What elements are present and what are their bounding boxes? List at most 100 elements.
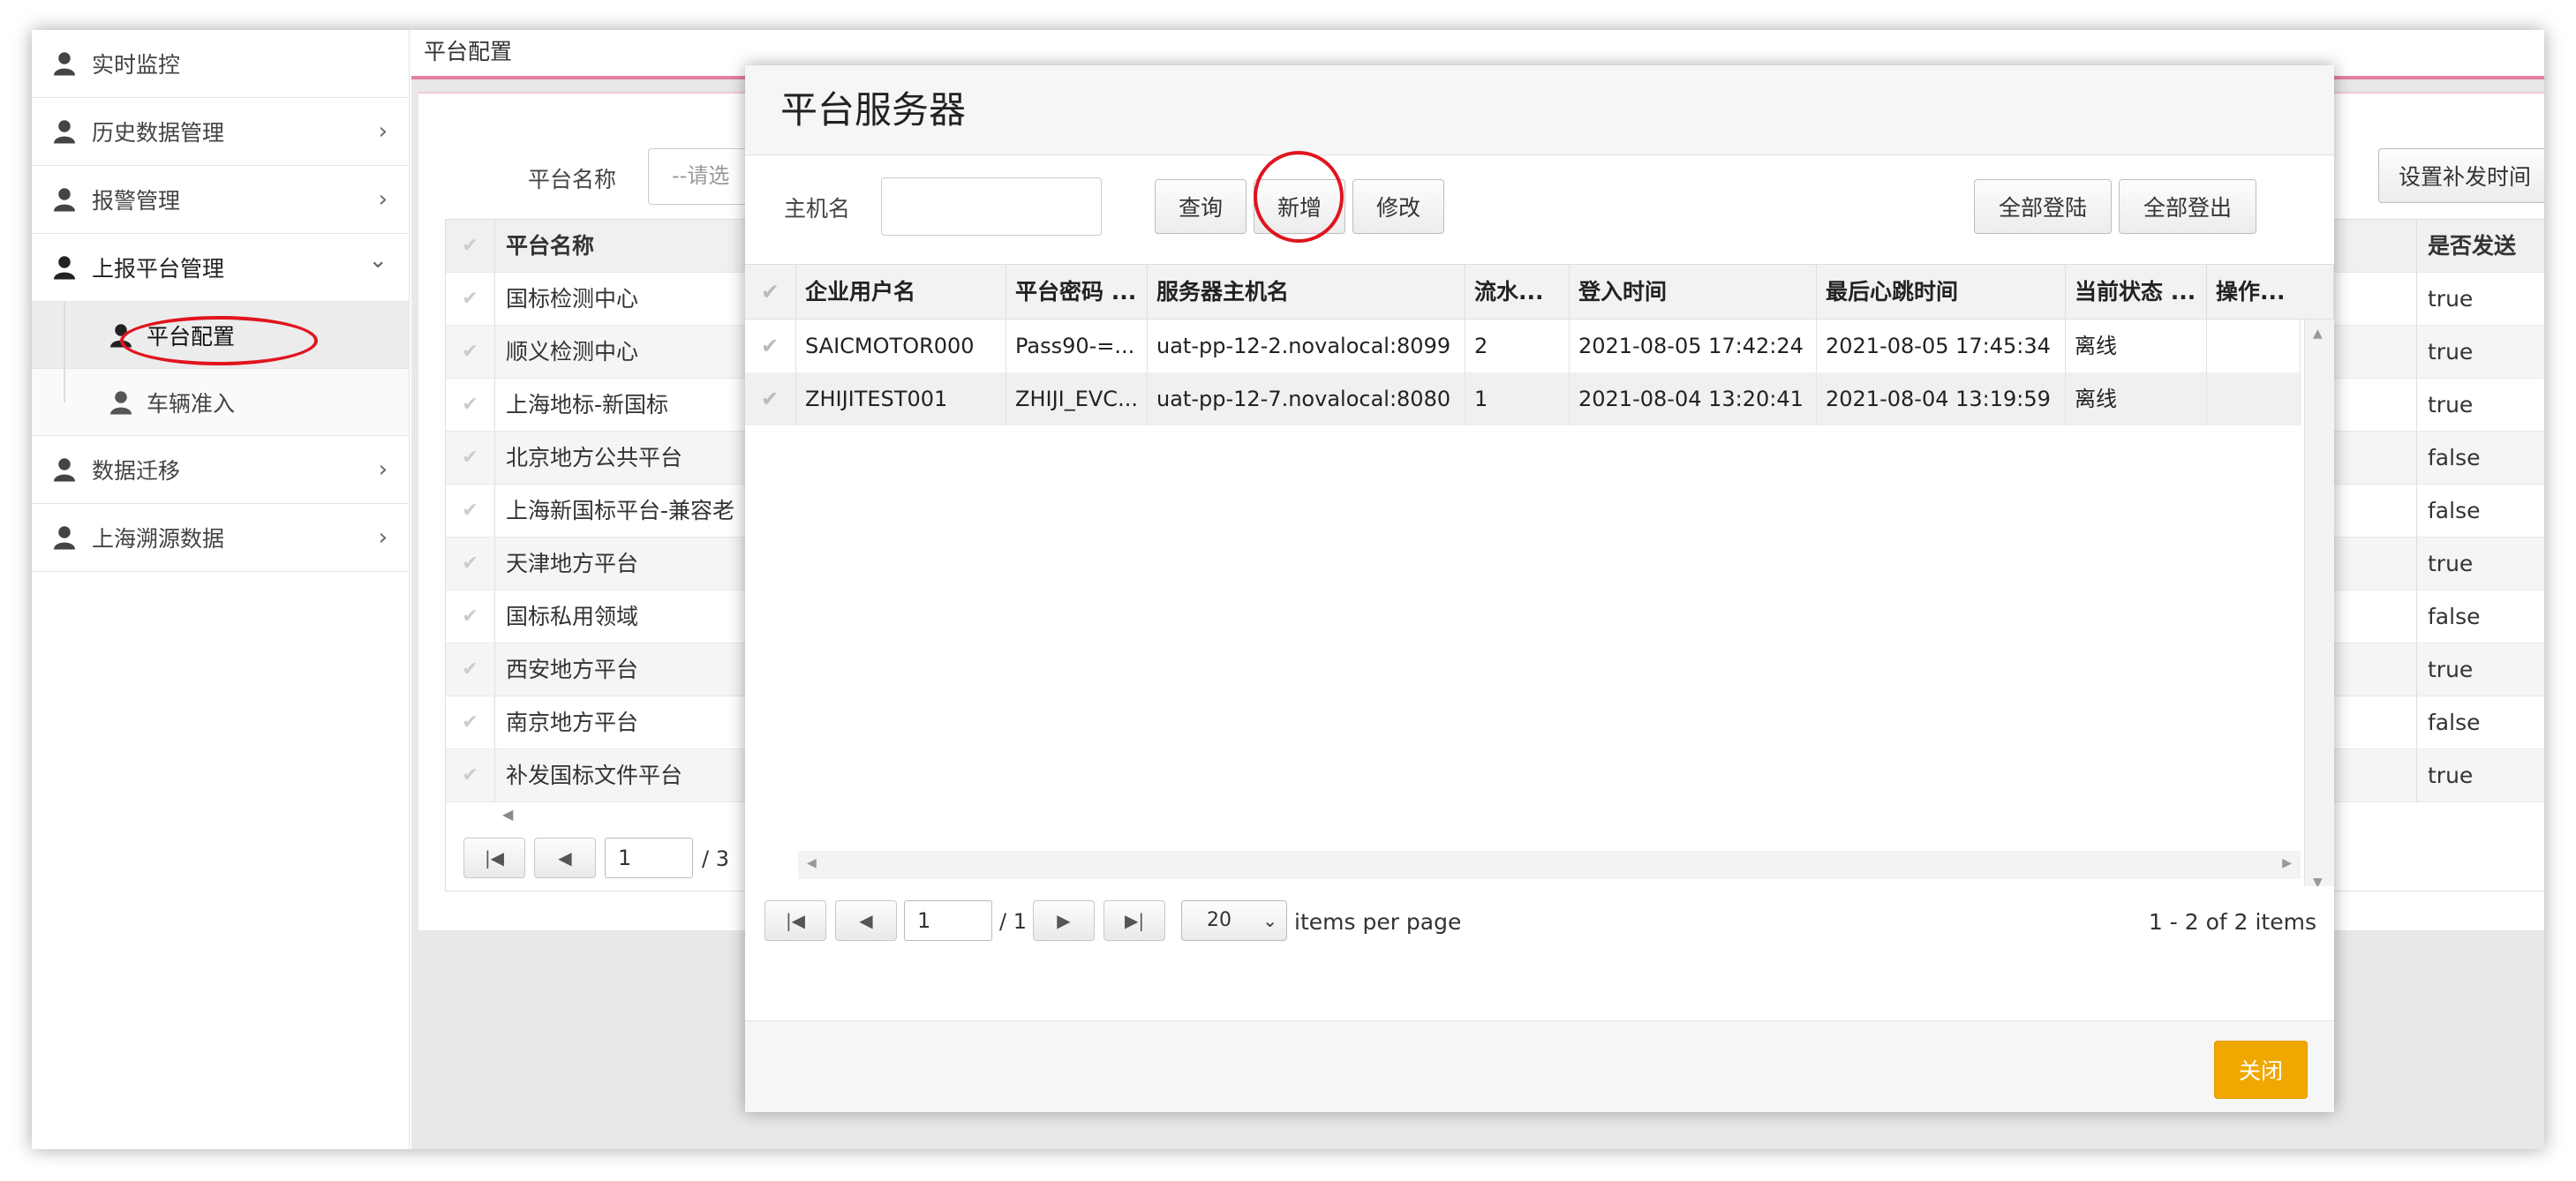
page-number-input[interactable]: 1 bbox=[605, 838, 693, 878]
dialog-pager: |◀ ◀ 1 / 1 ▶ ▶| 20 ⌄ items per page 1 - … bbox=[745, 886, 2334, 955]
row-platform-name: 西安地方平台 bbox=[506, 657, 639, 682]
cell-enterprise-user: SAICMOTOR000 bbox=[796, 320, 1006, 372]
add-button[interactable]: 新增 bbox=[1254, 179, 1345, 234]
check-icon[interactable]: ✔ bbox=[446, 220, 495, 272]
row-send-flag: true bbox=[2416, 749, 2544, 801]
check-icon[interactable]: ✔ bbox=[446, 643, 495, 696]
row-platform-name: 南京地方平台 bbox=[506, 710, 639, 735]
cell-operation[interactable] bbox=[2207, 372, 2301, 425]
column-header-platform-name[interactable]: 平台名称 bbox=[506, 220, 594, 273]
prev-page-icon[interactable]: ◀ bbox=[835, 900, 897, 941]
cell-operation[interactable] bbox=[2207, 320, 2301, 372]
check-icon[interactable]: ✔ bbox=[446, 590, 495, 643]
edit-button[interactable]: 修改 bbox=[1352, 179, 1444, 234]
row-send-flag: false bbox=[2416, 696, 2544, 748]
cell-serial: 1 bbox=[1465, 372, 1570, 425]
page-number-input[interactable]: 1 bbox=[904, 900, 992, 941]
user-icon bbox=[54, 256, 75, 280]
row-send-flag: true bbox=[2416, 326, 2544, 378]
sidebar-item-realtime[interactable]: 实时监控 bbox=[32, 30, 409, 98]
user-icon bbox=[54, 52, 75, 76]
cell-enterprise-user: ZHIJITEST001 bbox=[796, 372, 1006, 425]
close-button[interactable]: 关闭 bbox=[2214, 1041, 2308, 1099]
scroll-left-icon[interactable]: ◀ bbox=[807, 856, 817, 870]
logout-all-button[interactable]: 全部登出 bbox=[2119, 179, 2256, 234]
column-header-send[interactable]: 是否发送 bbox=[2416, 220, 2544, 272]
column-header-server-host[interactable]: 服务器主机名 bbox=[1148, 265, 1465, 320]
first-page-icon[interactable]: |◀ bbox=[463, 838, 525, 878]
check-icon[interactable]: ✔ bbox=[446, 432, 495, 484]
items-per-page-label: items per page bbox=[1294, 909, 1462, 935]
first-page-icon[interactable]: |◀ bbox=[765, 900, 826, 941]
sidebar-subitem-platform-config[interactable]: 平台配置 bbox=[32, 302, 409, 369]
sidebar-item-label: 报警管理 bbox=[92, 188, 181, 214]
column-header-platform-password[interactable]: 平台密码 ... bbox=[1006, 265, 1148, 320]
row-check-icon[interactable]: ✔ bbox=[745, 320, 796, 372]
cell-heartbeat-time: 2021-08-05 17:45:34 bbox=[1817, 320, 2066, 372]
check-icon[interactable]: ✔ bbox=[446, 538, 495, 590]
column-header-serial[interactable]: 流水... bbox=[1465, 265, 1570, 320]
check-icon[interactable]: ✔ bbox=[446, 696, 495, 748]
column-header-enterprise-user[interactable]: 企业用户名 bbox=[796, 265, 1006, 320]
cell-platform-password: Pass90-=... bbox=[1006, 320, 1148, 372]
table-row[interactable]: ✔ ZHIJITEST001 ZHIJI_EVC... uat-pp-12-7.… bbox=[745, 372, 2301, 425]
user-icon bbox=[54, 458, 75, 482]
scroll-left-icon[interactable]: ◀ bbox=[502, 806, 513, 823]
vertical-scrollbar[interactable]: ▲ ▼ bbox=[2304, 320, 2334, 897]
sidebar-item-report-platform[interactable]: 上报平台管理 ⌄ bbox=[32, 234, 409, 302]
last-page-icon[interactable]: ▶| bbox=[1103, 900, 1165, 941]
sidebar-item-shanghai-trace[interactable]: 上海溯源数据 › bbox=[32, 504, 409, 572]
row-platform-name: 顺义检测中心 bbox=[506, 339, 639, 365]
sidebar-item-history[interactable]: 历史数据管理 › bbox=[32, 98, 409, 166]
chevron-right-icon: › bbox=[378, 524, 388, 551]
set-resend-time-button[interactable]: 设置补发时间 bbox=[2378, 148, 2544, 203]
chevron-right-icon: › bbox=[378, 186, 388, 213]
scroll-right-icon[interactable]: ▶ bbox=[2282, 856, 2292, 870]
check-icon[interactable]: ✔ bbox=[446, 273, 495, 325]
select-all-check-icon[interactable]: ✔ bbox=[745, 265, 796, 320]
host-name-input[interactable] bbox=[881, 177, 1102, 236]
table-row[interactable]: ✔ SAICMOTOR000 Pass90-=... uat-pp-12-2.n… bbox=[745, 320, 2301, 372]
check-icon[interactable]: ✔ bbox=[446, 749, 495, 801]
row-send-flag: true bbox=[2416, 643, 2544, 696]
user-icon bbox=[54, 526, 75, 550]
row-send-flag: false bbox=[2416, 590, 2544, 643]
chevron-right-icon: › bbox=[378, 118, 388, 145]
row-send-flag: false bbox=[2416, 432, 2544, 484]
login-all-button[interactable]: 全部登陆 bbox=[1974, 179, 2112, 234]
host-name-label: 主机名 bbox=[784, 196, 851, 222]
row-platform-name: 北京地方公共平台 bbox=[506, 445, 683, 470]
cell-login-time: 2021-08-04 13:20:41 bbox=[1570, 372, 1817, 425]
next-page-icon[interactable]: ▶ bbox=[1033, 900, 1095, 941]
sidebar-item-label: 历史数据管理 bbox=[92, 120, 225, 146]
user-icon bbox=[54, 120, 75, 144]
pager-summary: 1 - 2 of 2 items bbox=[2148, 909, 2316, 935]
platform-server-dialog: 平台服务器 主机名 查询 新增 修改 全部登陆 全部登出 ✔ 企业用户名 平台密… bbox=[745, 65, 2334, 1112]
check-icon[interactable]: ✔ bbox=[446, 485, 495, 537]
check-icon[interactable]: ✔ bbox=[446, 326, 495, 378]
row-check-icon[interactable]: ✔ bbox=[745, 372, 796, 425]
cell-platform-password: ZHIJI_EVC... bbox=[1006, 372, 1148, 425]
column-header-login-time[interactable]: 登入时间 bbox=[1570, 265, 1817, 320]
horizontal-scrollbar[interactable]: ◀ ▶ bbox=[798, 851, 2301, 879]
sidebar-item-alarm[interactable]: 报警管理 › bbox=[32, 166, 409, 234]
row-platform-name: 国标私用领域 bbox=[506, 604, 639, 629]
dialog-title: 平台服务器 bbox=[745, 65, 2334, 155]
column-header-operation[interactable]: 操作... bbox=[2207, 265, 2334, 320]
row-platform-name: 上海新国标平台-兼容老 bbox=[506, 498, 735, 523]
chevron-down-icon: ⌄ bbox=[1262, 910, 1277, 931]
column-header-status[interactable]: 当前状态 ... bbox=[2066, 265, 2207, 320]
query-button[interactable]: 查询 bbox=[1155, 179, 1247, 234]
check-icon[interactable]: ✔ bbox=[446, 379, 495, 431]
scroll-up-icon[interactable]: ▲ bbox=[2313, 327, 2323, 341]
sidebar-item-data-migration[interactable]: 数据迁移 › bbox=[32, 436, 409, 504]
page-size-select[interactable]: 20 ⌄ bbox=[1181, 900, 1287, 941]
prev-page-icon[interactable]: ◀ bbox=[534, 838, 596, 878]
platform-name-label: 平台名称 bbox=[528, 167, 617, 192]
sidebar-subitem-vehicle-access[interactable]: 车辆准入 bbox=[32, 369, 409, 436]
column-header-heartbeat-time[interactable]: 最后心跳时间 bbox=[1817, 265, 2066, 320]
cell-status: 离线 bbox=[2066, 320, 2207, 372]
chevron-down-icon: ⌄ bbox=[368, 247, 388, 274]
page-total: / 1 bbox=[999, 909, 1027, 934]
user-icon bbox=[110, 390, 132, 414]
